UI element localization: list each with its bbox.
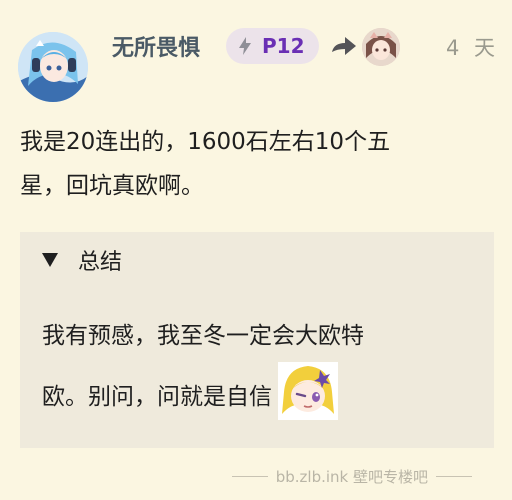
details-block: 总结 我有预感，我至冬一定会大欧特 欧。别问，问就是自信 xyxy=(20,232,494,448)
lightning-bolt-icon xyxy=(239,37,251,55)
reply-avatar-image xyxy=(362,28,400,66)
post-body-line: 我是20连出的，1600石左右10个五 xyxy=(20,129,391,155)
post-header: 无所畏惧 P12 4 天 xyxy=(0,0,512,110)
username[interactable]: 无所畏惧 xyxy=(112,30,200,62)
watermark-text: bb.zlb.ink 壁吧专楼吧 xyxy=(275,468,428,486)
watermark: bb.zlb.ink 壁吧专楼吧 xyxy=(231,466,472,487)
sticker-emoji-icon xyxy=(278,362,338,420)
post-time[interactable]: 4 天 xyxy=(446,32,499,62)
watermark-line-right xyxy=(436,476,472,477)
reply-arrow-icon[interactable] xyxy=(330,34,358,58)
user-avatar[interactable] xyxy=(18,32,88,102)
reply-to-avatar[interactable] xyxy=(362,28,400,66)
triangle-down-icon xyxy=(42,253,58,267)
post-body-line: 星，回坑真欧啊。 xyxy=(20,173,204,199)
details-content-line: 欧。别问，问就是自信 xyxy=(42,362,482,423)
details-content-text: 欧。别问，问就是自信 xyxy=(42,384,272,410)
user-flair-badge[interactable]: P12 xyxy=(226,28,319,64)
details-summary-label: 总结 xyxy=(78,250,123,275)
avatar-image xyxy=(18,32,88,102)
details-content: 我有预感，我至冬一定会大欧特 欧。别问，问就是自信 xyxy=(42,310,482,423)
flair-label: P12 xyxy=(262,34,305,58)
details-content-line: 我有预感，我至冬一定会大欧特 xyxy=(42,323,364,349)
watermark-line-left xyxy=(231,476,268,477)
details-summary[interactable]: 总结 xyxy=(42,244,122,276)
post-body: 我是20连出的，1600石左右10个五 星，回坑真欧啊。 xyxy=(20,120,490,208)
